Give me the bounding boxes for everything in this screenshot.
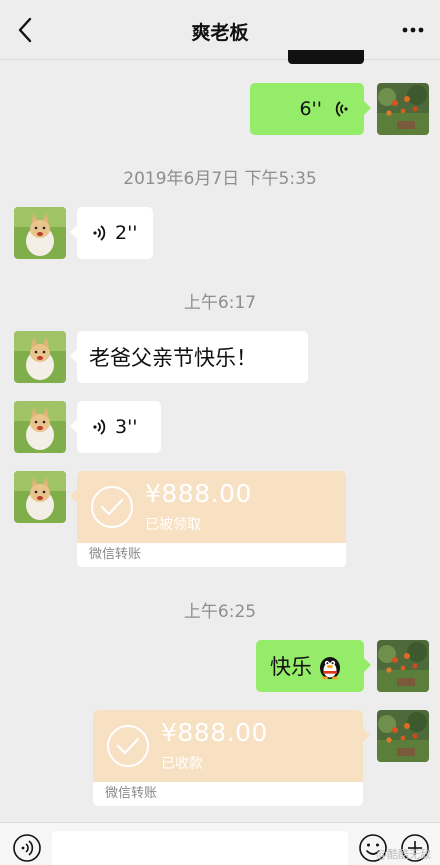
check-circle-icon xyxy=(91,486,133,528)
outgoing-voice-message[interactable]: 6'' xyxy=(250,83,371,135)
timestamp: 上午6:17 xyxy=(183,293,257,313)
contact-avatar[interactable] xyxy=(14,207,66,259)
message-input[interactable] xyxy=(52,831,348,865)
watermark: @酷酷无敌 xyxy=(376,848,431,861)
transfer-status: 已被领取 xyxy=(145,517,201,533)
timestamp: 上午6:25 xyxy=(183,602,257,622)
contact-avatar[interactable] xyxy=(14,401,66,453)
outgoing-text-message[interactable]: 快乐 xyxy=(256,640,371,692)
transfer-top: ¥888.00 已被领取 xyxy=(77,471,346,543)
my-avatar[interactable] xyxy=(377,710,429,762)
incoming-voice-message[interactable]: 3'' xyxy=(70,401,161,453)
input-bar xyxy=(0,822,440,865)
message-text: 老爸父亲节快乐！ xyxy=(89,346,257,370)
voice-duration: 2'' xyxy=(115,222,138,244)
contact-avatar[interactable] xyxy=(14,331,66,383)
timestamp: 2019年6月7日 下午5:35 xyxy=(123,169,317,189)
my-avatar[interactable] xyxy=(377,83,429,135)
voice-duration: 6'' xyxy=(299,98,322,120)
redaction-bar xyxy=(288,50,364,64)
voice-duration: 3'' xyxy=(115,416,138,438)
transfer-amount: ¥888.00 xyxy=(145,479,252,508)
incoming-transfer-card[interactable]: ¥888.00 已被领取 微信转账 xyxy=(70,471,346,567)
my-avatar[interactable] xyxy=(377,640,429,692)
transfer-tail xyxy=(363,728,370,742)
transfer-label: 微信转账 xyxy=(93,782,363,806)
voice-wave-icon xyxy=(93,225,106,241)
outgoing-transfer-card[interactable]: ¥888.00 已收款 微信转账 xyxy=(93,710,370,806)
incoming-text-message[interactable]: 老爸父亲节快乐！ xyxy=(70,331,308,383)
transfer-top: ¥888.00 已收款 xyxy=(93,710,363,782)
voice-wave-icon xyxy=(93,419,106,435)
top-bar: 爽老板 xyxy=(0,0,440,60)
voice-input-icon[interactable] xyxy=(12,833,42,863)
transfer-amount: ¥888.00 xyxy=(161,718,268,747)
check-circle-icon xyxy=(107,725,149,767)
chat-title: 爽老板 xyxy=(191,22,249,44)
incoming-voice-message[interactable]: 2'' xyxy=(70,207,153,259)
transfer-status: 已收款 xyxy=(161,756,203,772)
contact-avatar[interactable] xyxy=(14,471,66,523)
message-text: 快乐 xyxy=(270,655,312,679)
penguin-emoji-icon xyxy=(320,657,340,680)
voice-wave-icon xyxy=(335,101,348,117)
transfer-label: 微信转账 xyxy=(77,543,346,567)
more-dots-icon[interactable] xyxy=(400,18,426,42)
